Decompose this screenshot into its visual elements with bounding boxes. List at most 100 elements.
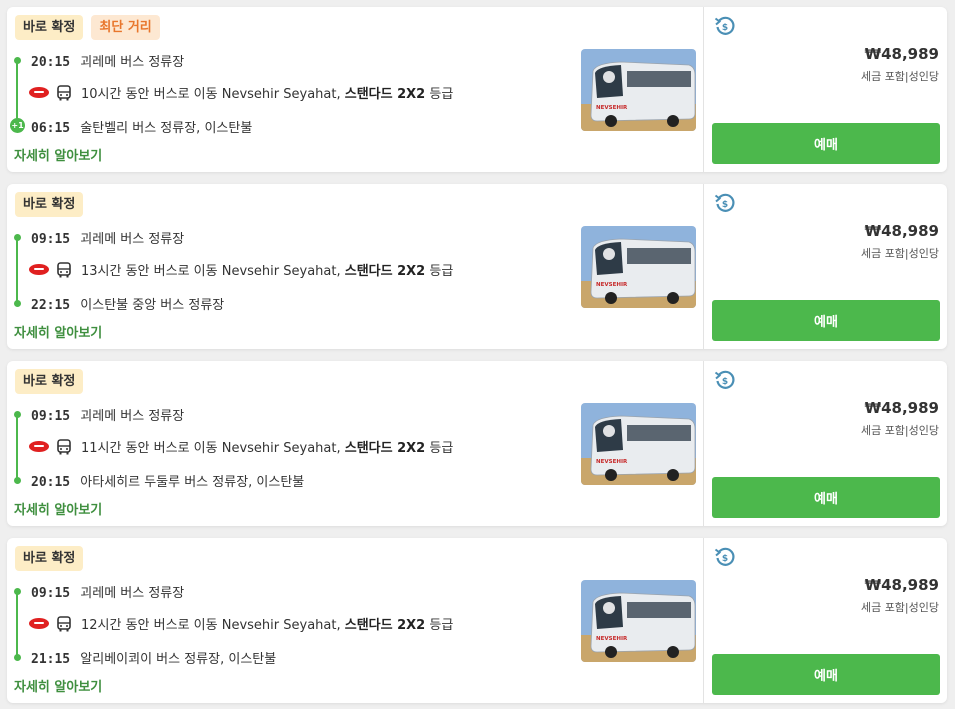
operator-logo-icon	[29, 441, 49, 452]
bus-photo: NEVSEHIR	[581, 226, 696, 308]
bus-class: 스탠다드 2X2	[344, 618, 426, 633]
refund-icon[interactable]: $	[714, 192, 736, 214]
trip-info: 바로 확정 09:15 괴레메 버스 정류장 11시간 동안 버스로 이동 Ne…	[7, 361, 703, 526]
details-link[interactable]: 자세히 알아보기	[14, 499, 102, 518]
price: ₩48,989	[864, 399, 939, 417]
bus-brand-text: NEVSEHIR	[596, 282, 628, 288]
price-note: 세금 포함|성인당	[860, 424, 939, 437]
trip-description: 10시간 동안 버스로 이동 Nevsehir Seyahat, 스탠다드 2X…	[81, 83, 453, 102]
instant-confirm-badge: 바로 확정	[15, 192, 84, 217]
bus-icon	[57, 438, 71, 454]
arrival-row: 21:15 알리베이쾨이 버스 정류장, 이스탄불	[31, 648, 276, 667]
price: ₩48,989	[864, 222, 939, 240]
operator-logo-icon	[29, 87, 49, 98]
svg-text:$: $	[722, 554, 728, 564]
badge-group: 바로 확정	[15, 192, 84, 217]
arrival-time: 21:15	[31, 652, 71, 667]
bus-brand-text: NEVSEHIR	[596, 636, 628, 642]
duration-text: 11시간 동안 버스로 이동	[81, 441, 218, 456]
shortest-route-badge: 최단 거리	[91, 15, 160, 40]
badge-group: 바로 확정 최단 거리	[15, 15, 160, 40]
bus-brand-text: NEVSEHIR	[596, 105, 628, 111]
arrival-row: 06:15 술탄벨리 버스 정류장, 이스탄불	[31, 117, 252, 136]
bus-class-suffix: 등급	[429, 618, 454, 633]
route-timeline	[14, 411, 21, 484]
price-note: 세금 포함|성인당	[860, 247, 939, 260]
svg-text:$: $	[722, 200, 728, 210]
next-day-indicator: +1	[10, 118, 25, 133]
price: ₩48,989	[864, 45, 939, 63]
trip-info: 바로 확정 09:15 괴레메 버스 정류장 12시간 동안 버스로 이동 Ne…	[7, 538, 703, 703]
details-link[interactable]: 자세히 알아보기	[14, 145, 102, 164]
trip-info: 바로 확정 최단 거리 +1 20:15 괴레메 버스 정류장 10시간 동안 …	[7, 7, 703, 172]
departure-place: 괴레메 버스 정류장	[80, 586, 185, 601]
arrival-place: 술탄벨리 버스 정류장, 이스탄불	[80, 121, 253, 136]
details-link[interactable]: 자세히 알아보기	[14, 322, 102, 341]
departure-row: 09:15 괴레메 버스 정류장	[31, 582, 184, 601]
bus-icon	[57, 615, 71, 631]
arrival-place: 아타세히르 두둘루 버스 정류장, 이스탄불	[80, 475, 305, 490]
operator-name: Nevsehir Seyahat,	[221, 87, 341, 102]
bus-brand-text: NEVSEHIR	[596, 459, 628, 465]
bus-class: 스탠다드 2X2	[344, 87, 426, 102]
price-panel: $ ₩48,989 세금 포함|성인당 예매	[703, 538, 947, 703]
badge-group: 바로 확정	[15, 369, 84, 394]
departure-row: 20:15 괴레메 버스 정류장	[31, 51, 184, 70]
price-panel: $ ₩48,989 세금 포함|성인당 예매	[703, 184, 947, 349]
operator-name: Nevsehir Seyahat,	[221, 441, 341, 456]
operator-name: Nevsehir Seyahat,	[221, 618, 341, 633]
bus-class-suffix: 등급	[429, 264, 454, 279]
trip-card: 바로 확정 09:15 괴레메 버스 정류장 13시간 동안 버스로 이동 Ne…	[7, 184, 947, 349]
trip-info: 바로 확정 09:15 괴레메 버스 정류장 13시간 동안 버스로 이동 Ne…	[7, 184, 703, 349]
trip-description: 13시간 동안 버스로 이동 Nevsehir Seyahat, 스탠다드 2X…	[81, 260, 453, 279]
price-panel: $ ₩48,989 세금 포함|성인당 예매	[703, 361, 947, 526]
bus-class: 스탠다드 2X2	[344, 264, 426, 279]
trip-card: 바로 확정 09:15 괴레메 버스 정류장 12시간 동안 버스로 이동 Ne…	[7, 538, 947, 703]
instant-confirm-badge: 바로 확정	[15, 369, 84, 394]
refund-icon[interactable]: $	[714, 15, 736, 37]
svg-text:$: $	[722, 377, 728, 387]
operator-logo-icon	[29, 264, 49, 275]
refund-icon[interactable]: $	[714, 369, 736, 391]
book-button[interactable]: 예매	[712, 654, 940, 695]
instant-confirm-badge: 바로 확정	[15, 15, 84, 40]
arrival-time: 20:15	[31, 475, 71, 490]
bus-photo: NEVSEHIR	[581, 49, 696, 131]
route-timeline: +1	[10, 57, 25, 133]
route-timeline	[14, 588, 21, 661]
bus-icon	[57, 84, 71, 100]
trip-card: 바로 확정 09:15 괴레메 버스 정류장 11시간 동안 버스로 이동 Ne…	[7, 361, 947, 526]
arrival-time: 06:15	[31, 121, 71, 136]
bus-class: 스탠다드 2X2	[344, 441, 426, 456]
duration-text: 10시간 동안 버스로 이동	[81, 87, 218, 102]
refund-icon[interactable]: $	[714, 546, 736, 568]
trip-summary: 11시간 동안 버스로 이동 Nevsehir Seyahat, 스탠다드 2X…	[29, 437, 453, 456]
duration-text: 13시간 동안 버스로 이동	[81, 264, 218, 279]
book-button[interactable]: 예매	[712, 123, 940, 164]
departure-place: 괴레메 버스 정류장	[80, 55, 185, 70]
price-panel: $ ₩48,989 세금 포함|성인당 예매	[703, 7, 947, 172]
arrival-place: 이스탄불 중앙 버스 정류장	[80, 298, 225, 313]
departure-time: 09:15	[31, 586, 71, 601]
departure-row: 09:15 괴레메 버스 정류장	[31, 405, 184, 424]
trip-description: 11시간 동안 버스로 이동 Nevsehir Seyahat, 스탠다드 2X…	[81, 437, 453, 456]
departure-time: 09:15	[31, 232, 71, 247]
book-button[interactable]: 예매	[712, 477, 940, 518]
departure-row: 09:15 괴레메 버스 정류장	[31, 228, 184, 247]
bus-photo: NEVSEHIR	[581, 580, 696, 662]
details-link[interactable]: 자세히 알아보기	[14, 676, 102, 695]
bus-class-suffix: 등급	[429, 441, 454, 456]
instant-confirm-badge: 바로 확정	[15, 546, 84, 571]
book-button[interactable]: 예매	[712, 300, 940, 341]
trip-summary: 13시간 동안 버스로 이동 Nevsehir Seyahat, 스탠다드 2X…	[29, 260, 453, 279]
departure-place: 괴레메 버스 정류장	[80, 409, 185, 424]
arrival-row: 20:15 아타세히르 두둘루 버스 정류장, 이스탄불	[31, 471, 304, 490]
price: ₩48,989	[864, 576, 939, 594]
route-timeline	[14, 234, 21, 307]
departure-place: 괴레메 버스 정류장	[80, 232, 185, 247]
bus-class-suffix: 등급	[429, 87, 454, 102]
departure-time: 09:15	[31, 409, 71, 424]
trip-description: 12시간 동안 버스로 이동 Nevsehir Seyahat, 스탠다드 2X…	[81, 614, 453, 633]
departure-time: 20:15	[31, 55, 71, 70]
arrival-time: 22:15	[31, 298, 71, 313]
